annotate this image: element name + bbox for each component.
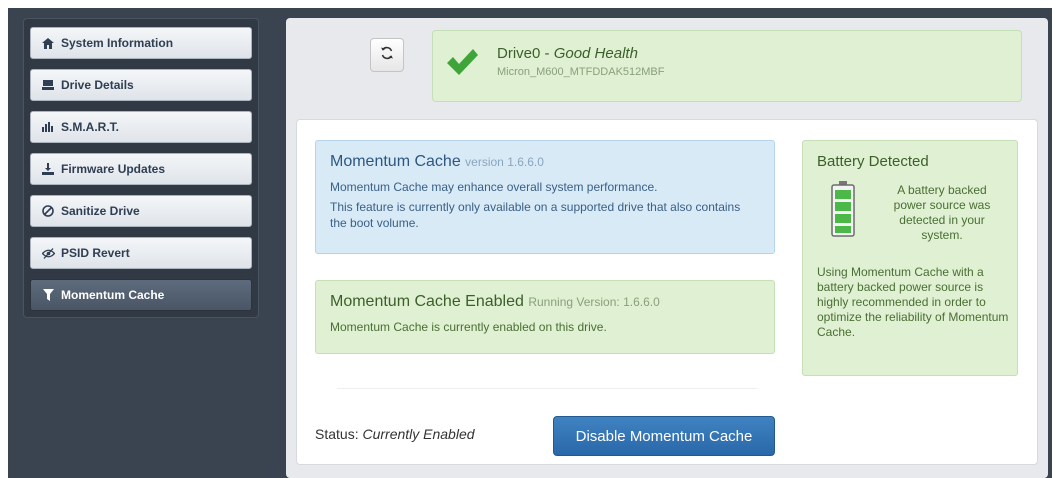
sidebar-item-firmware-updates[interactable]: Firmware Updates [30, 153, 252, 185]
battery-panel: Battery Detected A battery backed power … [802, 140, 1018, 376]
running-version: Running Version: 1.6.6.0 [528, 295, 660, 309]
drive-model: Micron_M600_MTFDDAK512MBF [497, 66, 665, 78]
enabled-panel: Momentum Cache Enabled Running Version: … [315, 280, 775, 354]
drive-title: Drive0 - Good Health [497, 45, 638, 62]
drive-icon [41, 80, 55, 90]
sidebar-item-system-information[interactable]: System Information [30, 27, 252, 59]
app-window: System Information Drive Details S.M.A.R… [8, 8, 1052, 478]
enabled-title: Momentum Cache Enabled Running Version: … [330, 293, 760, 311]
sidebar-item-label: PSID Revert [61, 246, 130, 260]
info-title-text: Momentum Cache [330, 153, 461, 170]
sidebar-item-momentum-cache[interactable]: Momentum Cache [30, 279, 252, 311]
refresh-button[interactable] [370, 38, 404, 72]
eye-slash-icon [41, 247, 55, 259]
filter-icon [41, 289, 55, 301]
drive-health: Good Health [553, 45, 638, 62]
ban-icon [41, 205, 55, 217]
sidebar-item-label: Firmware Updates [61, 162, 166, 176]
download-icon [41, 163, 55, 175]
battery-title: Battery Detected [817, 153, 929, 170]
home-icon [41, 37, 55, 49]
info-text-1: Momentum Cache may enhance overall syste… [330, 180, 658, 194]
content-panel: Drive0 - Good Health Micron_M600_MTFDDAK… [286, 18, 1048, 478]
info-text-2: This feature is currently only available… [330, 200, 741, 230]
momentum-cache-card: Momentum Cache version 1.6.6.0 Momentum … [296, 119, 1038, 465]
sidebar-item-sanitize-drive[interactable]: Sanitize Drive [30, 195, 252, 227]
sidebar-item-psid-revert[interactable]: PSID Revert [30, 237, 252, 269]
checkmark-icon [445, 47, 479, 82]
sidebar: System Information Drive Details S.M.A.R… [23, 18, 259, 318]
divider [337, 388, 757, 389]
sidebar-item-label: Drive Details [61, 78, 134, 92]
battery-icon [831, 181, 855, 242]
enabled-text: Momentum Cache is currently enabled on t… [330, 320, 607, 334]
battery-text-2: Using Momentum Cache with a battery back… [817, 265, 1009, 339]
sidebar-item-label: Sanitize Drive [61, 204, 140, 218]
disable-momentum-cache-button[interactable]: Disable Momentum Cache [553, 416, 775, 456]
sidebar-item-label: System Information [61, 36, 174, 50]
status-line: Status: Currently Enabled [315, 426, 475, 442]
status-value: Currently Enabled [362, 426, 475, 442]
drive-health-panel: Drive0 - Good Health Micron_M600_MTFDDAK… [432, 30, 1022, 102]
status-label: Status: [315, 426, 363, 442]
sidebar-item-label: S.M.A.R.T. [61, 120, 120, 134]
info-panel: Momentum Cache version 1.6.6.0 Momentum … [315, 140, 775, 254]
bar-chart-icon [41, 122, 55, 132]
info-version: version 1.6.6.0 [465, 155, 544, 169]
drive-name: Drive0 - [497, 45, 554, 62]
enabled-title-text: Momentum Cache Enabled [330, 293, 524, 310]
refresh-icon [380, 46, 394, 65]
sidebar-item-drive-details[interactable]: Drive Details [30, 69, 252, 101]
battery-text-1: A battery backed power source was detect… [893, 183, 991, 242]
sidebar-item-smart[interactable]: S.M.A.R.T. [30, 111, 252, 143]
info-title: Momentum Cache version 1.6.6.0 [330, 153, 760, 171]
sidebar-item-label: Momentum Cache [61, 288, 165, 302]
